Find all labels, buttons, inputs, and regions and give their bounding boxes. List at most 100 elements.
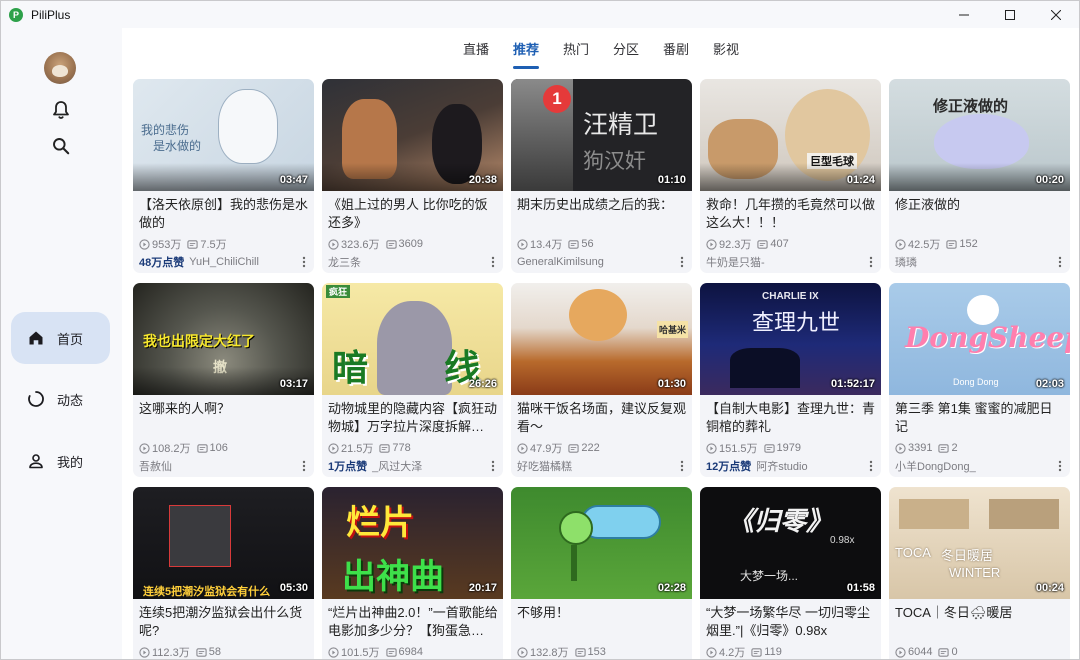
video-thumbnail: 02:28 [511,487,692,599]
thumb-text: Dong Dong [953,377,999,387]
video-card[interactable]: 修正液做的 00:20 修正液做的 42.5万 152 璘璘 [889,79,1070,273]
play-count-icon [895,442,906,454]
play-count-icon [139,646,150,658]
video-card[interactable]: DongSheep Dong Dong 02:03 第三季 第1集 蜜蜜的减肥日… [889,283,1070,477]
video-title: 【洛天依原创】我的悲伤是水做的 [139,197,309,230]
thumb-text: 修正液做的 [933,98,1009,115]
video-duration: 01:24 [846,174,875,186]
more-options-icon[interactable] [491,256,495,268]
play-count-icon [517,646,528,658]
danmaku-count: 153 [587,646,606,658]
author-name[interactable]: GeneralKimilsung [517,256,604,268]
danmaku-icon [938,443,950,453]
video-card[interactable]: 疯狂 暗 线 26:26 动物城里的隐藏内容【疯狂动物城】万字拉片深度拆解… 2… [322,283,503,477]
video-card[interactable]: 02:28 不够用！ 132.8万 153 [511,487,692,659]
more-options-icon[interactable] [1058,460,1062,472]
more-options-icon[interactable] [680,460,684,472]
video-card[interactable]: 我也出限定大红了 撤 03:17 这哪来的人啊？ 108.2万 106 吾赦仙 [133,283,314,477]
search-button[interactable] [49,134,73,158]
video-card[interactable]: 1 汪精卫 狗汉奸 01:10 期末历史出成绩之后的我： 13.4万 56 Ge… [511,79,692,273]
author-name[interactable]: 龙三条 [328,254,361,270]
more-options-icon[interactable] [1058,256,1062,268]
more-options-icon[interactable] [680,256,684,268]
danmaku-icon [196,647,207,657]
video-author-row: 小羊DongDong_ [895,459,976,473]
author-name[interactable]: _风过大泽 [372,458,422,474]
thumb-text: 查理九世 [752,310,841,335]
author-name[interactable]: YuH_ChiliChill [189,256,259,268]
danmaku-count: 222 [581,442,600,454]
maximize-button[interactable] [987,1,1033,28]
more-options-icon[interactable] [869,460,873,472]
view-count: 6044 [908,646,933,658]
more-options-icon[interactable] [302,256,306,268]
more-options-icon[interactable] [869,256,873,268]
tab-movies[interactable]: 影视 [702,28,750,72]
thumb-text: 疯狂 [326,285,351,298]
notification-count-badge: 1 [543,85,571,113]
video-card[interactable]: 烂片 出神曲 20:17 “烂片出神曲2.0！”一首歌能给电影加多少分？【狗蛋急… [322,487,503,659]
video-stats: 112.3万 58 [139,645,221,659]
more-options-icon[interactable] [491,460,495,472]
video-title: 【自制大电影】查理九世：青铜棺的葬礼 [706,401,876,434]
danmaku-count: 106 [209,442,228,454]
close-button[interactable] [1033,1,1079,28]
tab-anime[interactable]: 番剧 [652,28,700,72]
nav-item-mine[interactable]: 我的 [11,435,110,487]
play-count-icon [328,442,339,454]
avatar[interactable] [44,52,76,84]
more-options-icon[interactable] [302,460,306,472]
nav-item-dynamic[interactable]: 动态 [11,373,110,425]
tab-recommend[interactable]: 推荐 [502,28,550,72]
tab-live[interactable]: 直播 [452,28,500,72]
danmaku-count: 3609 [398,238,424,250]
view-count: 112.3万 [152,647,190,659]
author-name[interactable]: 阿齐studio [756,458,807,474]
video-duration: 26:26 [468,378,497,390]
author-name[interactable]: 小羊DongDong_ [895,458,976,474]
play-count-icon [895,238,906,250]
author-name[interactable]: 吾赦仙 [139,458,172,474]
video-duration: 01:30 [657,378,686,390]
tab-hot[interactable]: 热门 [552,28,600,72]
video-card[interactable]: 哈基米 01:30 猫咪干饭名场面，建议反复观看～ 47.9万 222 好吃猫橘… [511,283,692,477]
thumb-text: CHARLIE IX [762,291,819,302]
danmaku-count: 58 [208,646,221,658]
video-author-row: 吾赦仙 [139,459,172,473]
danmaku-count: 6984 [398,646,424,658]
view-count: 3391 [908,442,933,454]
view-count: 4.2万 [719,647,746,659]
danmaku-icon [574,647,586,657]
video-card[interactable]: 连续5把潮汐监狱会有什么 05:30 连续5把潮汐监狱会出什么货呢? 112.3… [133,487,314,659]
video-author-row: 48万点赞 YuH_ChiliChill [139,255,259,269]
video-thumbnail: 疯狂 暗 线 26:26 [322,283,503,395]
video-duration: 02:28 [657,582,686,594]
tab-bar: 直播 推荐 热门 分区 番剧 影视 [122,28,1079,72]
thumb-text: 汪精卫 [583,111,659,139]
video-card[interactable]: 20:38 《姐上过的男人 比你吃的饭还多》 323.6万 3609 龙三条 [322,79,503,273]
video-card[interactable]: CHARLIE IX 查理九世 01:52:17 【自制大电影】查理九世：青铜棺… [700,283,881,477]
notifications-button[interactable] [49,98,73,122]
video-card[interactable]: 我的悲伤 是水做的 03:47 【洛天依原创】我的悲伤是水做的 953万 7.5… [133,79,314,273]
danmaku-icon [763,443,775,453]
video-stats: 6044 0 [895,645,958,659]
video-card[interactable]: TOCA 冬日暖居 WINTER 00:24 TOCA｜冬日🌨暖居 6044 0 [889,487,1070,659]
thumb-text: 大梦一场... [740,569,799,583]
minimize-button[interactable] [941,1,987,28]
view-count: 323.6万 [341,239,380,251]
danmaku-count: 56 [581,238,594,250]
video-stats: 42.5万 152 [895,237,978,251]
video-title: 修正液做的 [895,197,961,212]
video-card[interactable]: 《归零》 0.98x 大梦一场... 01:58 “大梦一场繁华尽 一切归零尘烟… [700,487,881,659]
video-card[interactable]: 巨型毛球 01:24 救命！几年攒的毛竟然可以做这么大！！！ 92.3万 407… [700,79,881,273]
author-name[interactable]: 好吃猫橘糕 [517,458,572,474]
video-author-row: 璘璘 [895,255,917,269]
author-name[interactable]: 璘璘 [895,254,917,270]
tab-categories[interactable]: 分区 [602,28,650,72]
author-name[interactable]: 牛奶是只猫- [706,254,765,270]
video-stats: 21.5万 778 [328,441,411,455]
danmaku-icon [379,443,391,453]
nav-item-home[interactable]: 首页 [11,312,110,364]
video-author-row: GeneralKimilsung [517,255,604,269]
thumb-text: 冬日暖居 [941,548,994,563]
